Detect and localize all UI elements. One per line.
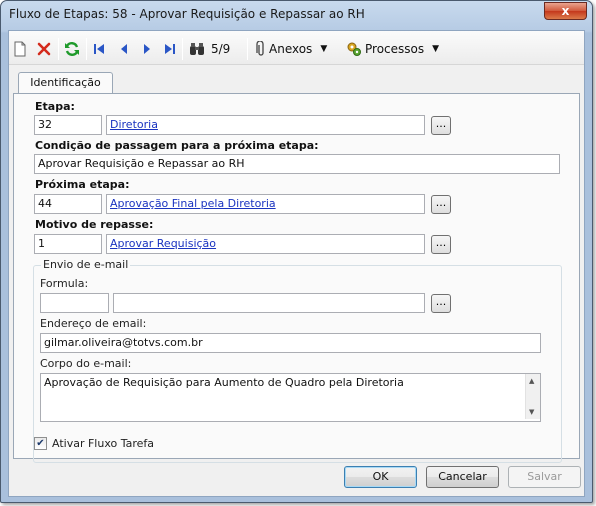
last-record-button[interactable]: [164, 40, 176, 58]
binoculars-icon: [190, 43, 204, 55]
window-title: Fluxo de Etapas: 58 - Aprovar Requisição…: [9, 7, 365, 21]
etapa-name-link[interactable]: Diretoria: [106, 115, 425, 135]
proxima-etapa-label: Próxima etapa:: [35, 178, 130, 191]
email-body-text: Aprovação de Requisição para Aumento de …: [44, 376, 404, 389]
next-record-icon: [144, 44, 150, 54]
formula-name-input[interactable]: [113, 293, 425, 313]
formula-label: Formula:: [40, 277, 89, 290]
ativar-fluxo-label: Ativar Fluxo Tarefa: [52, 437, 155, 450]
dialog-window: Fluxo de Etapas: 58 - Aprovar Requisição…: [0, 0, 593, 503]
etapa-code-input[interactable]: 32: [34, 115, 102, 135]
dialog-client: 5/9 Anexos ▼ Processos ▼ Identificação E…: [8, 30, 585, 497]
delete-x-icon: [37, 42, 51, 56]
condicao-input[interactable]: Aprovar Requisição e Repassar ao RH: [34, 154, 560, 174]
proxima-etapa-browse-button[interactable]: ...: [431, 195, 451, 214]
ok-button[interactable]: OK: [344, 466, 417, 488]
email-address-label: Endereço de email:: [40, 317, 147, 330]
title-bar[interactable]: Fluxo de Etapas: 58 - Aprovar Requisição…: [1, 1, 592, 29]
motivo-label: Motivo de repasse:: [35, 218, 154, 231]
chevron-down-icon: ▼: [320, 44, 328, 54]
save-button[interactable]: Salvar: [508, 466, 581, 488]
processes-label: Processos: [365, 42, 425, 56]
refresh-button[interactable]: [64, 40, 80, 58]
toolbar: 5/9 Anexos ▼ Processos ▼: [9, 31, 584, 65]
email-body-textarea[interactable]: Aprovação de Requisição para Aumento de …: [40, 373, 541, 422]
etapa-label: Etapa:: [35, 100, 75, 113]
first-record-icon: [94, 44, 104, 54]
paperclip-icon: [256, 41, 264, 56]
tab-identificacao[interactable]: Identificação: [18, 72, 113, 94]
proxima-etapa-code-input[interactable]: 44: [34, 194, 102, 214]
gears-icon: [347, 42, 361, 56]
attachments-label: Anexos: [269, 42, 313, 56]
cancel-button[interactable]: Cancelar: [426, 466, 499, 488]
new-button[interactable]: [13, 40, 27, 58]
last-record-icon: [165, 44, 175, 54]
email-body-scrollbar[interactable]: ▲ ▼: [525, 374, 540, 419]
chevron-down-icon: ▼: [432, 44, 440, 54]
scroll-down-icon[interactable]: ▼: [529, 408, 534, 416]
new-document-icon: [14, 41, 26, 57]
proxima-etapa-name-link[interactable]: Aprovação Final pela Diretoria: [106, 194, 425, 214]
previous-record-button[interactable]: [119, 40, 129, 58]
email-body-label: Corpo do e-mail:: [40, 357, 132, 370]
etapa-browse-button[interactable]: ...: [431, 116, 451, 135]
ativar-fluxo-checkbox[interactable]: ✔: [34, 437, 47, 450]
condicao-label: Condição de passagem para a próxima etap…: [35, 139, 319, 152]
previous-record-icon: [121, 44, 127, 54]
delete-button[interactable]: [37, 40, 51, 58]
close-button[interactable]: x: [544, 2, 587, 20]
processes-dropdown[interactable]: Processos ▼: [346, 40, 439, 58]
tab-panel-identificacao: Etapa: 32 Diretoria ... Condição de pass…: [13, 93, 580, 463]
next-record-button[interactable]: [142, 40, 152, 58]
attachments-dropdown[interactable]: Anexos ▼: [256, 40, 327, 58]
motivo-name-link[interactable]: Aprovar Requisição: [106, 234, 425, 254]
motivo-code-input[interactable]: 1: [34, 234, 102, 254]
refresh-icon: [65, 42, 79, 56]
formula-code-input[interactable]: [40, 293, 109, 313]
email-address-input[interactable]: gilmar.oliveira@totvs.com.br: [40, 333, 541, 353]
first-record-button[interactable]: [93, 40, 105, 58]
motivo-browse-button[interactable]: ...: [431, 235, 451, 254]
formula-browse-button[interactable]: ...: [431, 294, 451, 313]
search-button[interactable]: 5/9: [189, 40, 230, 58]
email-group-title: Envio de e-mail: [41, 258, 131, 271]
scroll-up-icon[interactable]: ▲: [529, 377, 534, 385]
record-counter: 5/9: [211, 42, 231, 56]
